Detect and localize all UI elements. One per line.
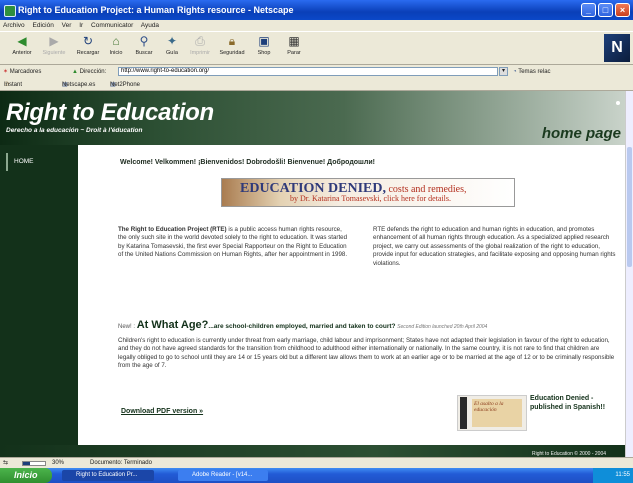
- start-button[interactable]: Inicio: [0, 468, 52, 483]
- navigation-toolbar: ◀ Anterior ▶ Siguiente ↻ Recargar ⌂ Inic…: [0, 31, 633, 65]
- url-input[interactable]: [118, 67, 498, 76]
- back-arrow-icon: ◀: [17, 34, 27, 48]
- stop-button[interactable]: ▦ Parar: [280, 34, 308, 56]
- shop-button[interactable]: ▣ Shop: [250, 34, 278, 56]
- bookmarks-label: Marcadores: [9, 69, 42, 75]
- guide-button[interactable]: ✦ Guía: [158, 34, 186, 56]
- book-cover-image[interactable]: El asalto a la educación: [457, 395, 527, 431]
- vertical-scrollbar[interactable]: [625, 91, 633, 457]
- url-dropdown-icon[interactable]: ▾: [499, 67, 508, 76]
- bookmarks-button[interactable]: ✶ Marcadores: [3, 65, 41, 79]
- home-icon: ⌂: [112, 34, 120, 48]
- guide-icon: ✦: [166, 34, 178, 48]
- book-spine: [460, 397, 467, 429]
- netscape-app-icon: [4, 5, 16, 17]
- system-tray: 11:55: [593, 468, 633, 483]
- address-label: ▲ Dirección:: [72, 65, 106, 79]
- menu-ir[interactable]: Ir: [79, 22, 83, 29]
- location-bar: ✶ Marcadores ▲ Dirección: ▾ ◔ Temas rela…: [0, 65, 633, 79]
- forward-arrow-icon: ▶: [49, 34, 59, 48]
- banner-dot: [616, 101, 620, 105]
- education-denied-banner[interactable]: EDUCATION DENIED, costs and remedies, by…: [221, 178, 515, 207]
- reload-icon: ↻: [82, 34, 94, 48]
- print-button[interactable]: ⎙ Imprimir: [186, 34, 214, 56]
- search-icon: ⚲: [139, 34, 149, 48]
- banner-subline: by Dr. Katarina Tomasevski, click here f…: [290, 194, 452, 203]
- personal-toolbar: ⚇ Instant Message ▤ Netscape.es ▤ Net2Ph…: [0, 79, 633, 100]
- menu-ver[interactable]: Ver: [62, 22, 72, 29]
- lock-icon: 🔒︎: [228, 34, 236, 48]
- scrollbar-thumb[interactable]: [627, 147, 632, 267]
- body-paragraph: Children's right to education is current…: [118, 337, 615, 370]
- netscape-es-label: Netscape.es: [62, 82, 96, 88]
- web-page: Right to Education Derecho a la educació…: [0, 91, 625, 457]
- reload-button[interactable]: ↻ Recargar: [74, 34, 102, 56]
- progress-bar: [22, 461, 46, 466]
- status-bar: ⇆ 30% Documento: Terminado: [0, 457, 633, 468]
- shop-icon: ▣: [258, 34, 270, 48]
- task-adobe-reader[interactable]: Adobe Reader - [v14...: [178, 470, 268, 481]
- back-label: Anterior: [12, 50, 32, 56]
- clock[interactable]: 11:55: [615, 472, 630, 478]
- bookmark-icon: ✶: [3, 69, 9, 75]
- home-button[interactable]: ⌂ Inicio: [102, 34, 130, 56]
- related-icon: ◔: [513, 69, 517, 75]
- reload-label: Recargar: [76, 50, 100, 56]
- forward-label: Siguiente: [42, 50, 66, 56]
- security-label: Seguridad: [219, 50, 245, 56]
- minimize-icon[interactable]: _: [581, 3, 596, 17]
- site-title: Right to Education: [6, 99, 214, 126]
- menu-archivo[interactable]: Archivo: [3, 22, 25, 29]
- menu-bar: Archivo Edición Ver Ir Communicator Ayud…: [0, 20, 633, 31]
- download-pdf-link[interactable]: Download PDF version »: [121, 408, 203, 415]
- intro-right-paragraph: RTE defends the right to education and h…: [373, 226, 616, 267]
- print-icon: ⎙: [195, 34, 205, 48]
- section-title: home page: [541, 125, 621, 142]
- site-banner: Right to Education Derecho a la educació…: [0, 91, 625, 145]
- welcome-line: Welcome! Velkommen! ¡Bienvenidos! Dobrod…: [120, 159, 375, 166]
- site-subtitle: Derecho a la educación ~ Droit à l'éduca…: [6, 127, 143, 134]
- related-topics-button[interactable]: ◔ Temas relac: [513, 65, 551, 79]
- home-label: Inicio: [109, 50, 123, 56]
- intro-left-paragraph: The Right to Education Project (RTE) is …: [118, 226, 350, 260]
- book-cover: El asalto a la educación: [472, 399, 522, 427]
- sidebar-item-home[interactable]: HOME: [6, 153, 66, 171]
- sidebar: HOME: [0, 145, 78, 457]
- window-title: Right to Education Project: a Human Righ…: [18, 5, 294, 15]
- rte-name: The Right to Education Project (RTE): [118, 226, 227, 233]
- menu-ayuda[interactable]: Ayuda: [141, 22, 159, 29]
- forward-button[interactable]: ▶ Siguiente: [40, 34, 68, 56]
- spanish-edition-caption[interactable]: Education Denied - published in Spanish!…: [530, 395, 622, 412]
- stop-label: Parar: [287, 50, 301, 56]
- windows-taskbar: Inicio Right to Education Pr... Adobe Re…: [0, 468, 633, 483]
- window-controls: _ □ ×: [581, 3, 630, 17]
- progress-fill: [23, 462, 30, 465]
- menu-edicion[interactable]: Edición: [33, 22, 54, 29]
- search-button[interactable]: ⚲ Buscar: [130, 34, 158, 56]
- maximize-icon[interactable]: □: [598, 3, 613, 17]
- new-title[interactable]: At What Age?: [137, 319, 209, 331]
- edition-note: Second Edition launched 20th April 2004: [397, 324, 488, 330]
- security-button[interactable]: 🔒︎ Seguridad: [218, 34, 246, 56]
- menu-communicator[interactable]: Communicator: [91, 22, 133, 29]
- shop-label: Shop: [257, 50, 271, 56]
- new-publication-line: New! : At What Age?...are school-childre…: [118, 319, 487, 331]
- stop-icon: ▦: [288, 34, 300, 48]
- back-button[interactable]: ◀ Anterior: [8, 34, 36, 56]
- related-label: Temas relac: [518, 69, 551, 75]
- print-label: Imprimir: [190, 50, 210, 56]
- location-icon: ▲: [72, 69, 78, 75]
- window-title-bar[interactable]: Right to Education Project: a Human Righ…: [0, 0, 633, 20]
- netscape-logo-icon[interactable]: N: [604, 34, 630, 62]
- guide-label: Guía: [166, 50, 178, 56]
- task-netscape[interactable]: Right to Education Pr...: [62, 470, 154, 481]
- close-icon[interactable]: ×: [615, 3, 630, 17]
- address-label-text: Dirección:: [79, 69, 107, 75]
- net2phone-label: Net2Phone: [110, 82, 141, 88]
- new-label: New! :: [118, 324, 136, 330]
- search-label: Buscar: [135, 50, 153, 56]
- new-title-rest[interactable]: ...are school-children employed, married…: [208, 323, 395, 330]
